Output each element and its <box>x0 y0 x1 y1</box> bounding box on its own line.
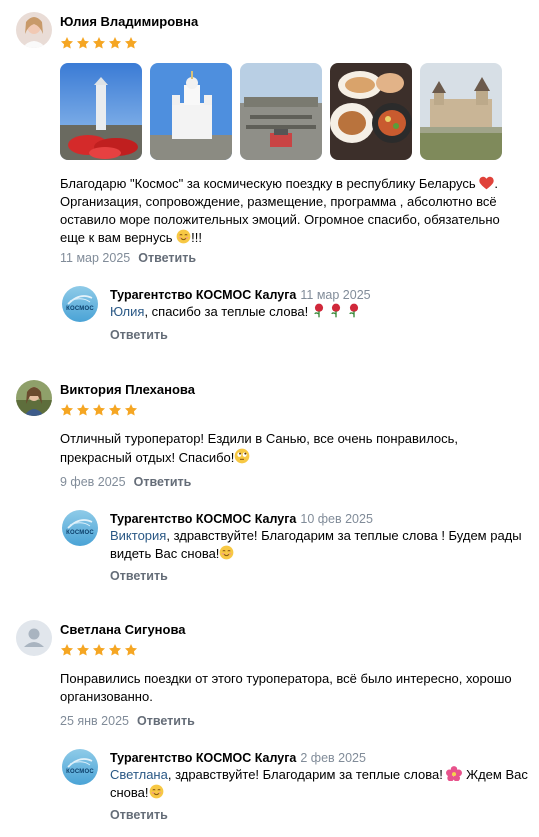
agency-avatar[interactable]: КОСМОС <box>62 749 98 785</box>
reply-button[interactable]: Ответить <box>134 475 192 489</box>
reply-button[interactable]: Ответить <box>110 808 168 822</box>
star-icon <box>92 37 106 49</box>
heart-icon <box>479 176 494 190</box>
star-icon <box>76 404 90 416</box>
photo-church[interactable] <box>150 63 232 160</box>
photo-food[interactable] <box>330 63 412 160</box>
answer-text: Светлана, здравствуйте! Благодарим за те… <box>110 766 528 800</box>
review-text: Понравились поездки от этого туроператор… <box>60 671 512 704</box>
review-date: 9 фев 2025 <box>60 475 126 489</box>
hibiscus-icon <box>446 766 463 781</box>
star-icon <box>92 404 106 416</box>
mention-link[interactable]: Юлия <box>110 304 144 319</box>
photo-memorial[interactable] <box>60 63 142 160</box>
mention-link[interactable]: Светлана <box>110 767 168 782</box>
photo-cemetery[interactable] <box>240 63 322 160</box>
star-icon <box>124 644 138 656</box>
answer-author: Турагентство КОСМОС Калуга 2 фев 2025 <box>110 751 366 765</box>
smiling-face-icon <box>149 784 163 799</box>
review-meta: 11 мар 2025 Ответить <box>60 251 196 265</box>
review-text: Благодарю "Космос" за космическую поездк… <box>60 176 500 245</box>
rose-icon <box>349 303 359 318</box>
reply-button[interactable]: Ответить <box>138 251 196 265</box>
star-icon <box>60 404 74 416</box>
star-icon <box>76 644 90 656</box>
reply-button[interactable]: Ответить <box>110 328 168 342</box>
avatar[interactable] <box>16 12 52 48</box>
star-rating <box>60 643 138 657</box>
star-icon <box>124 404 138 416</box>
agency-logo-text: КОСМОС <box>66 306 94 312</box>
review-date: 11 мар 2025 <box>60 251 131 265</box>
review-meta: 9 фев 2025 Ответить <box>60 475 191 489</box>
photo-castle[interactable] <box>420 63 502 160</box>
answer-date: 10 фев 2025 <box>300 512 373 526</box>
answer-author-name[interactable]: Турагентство КОСМОС Калуга <box>110 751 296 765</box>
rose-icon <box>331 303 341 318</box>
answer-text: Юлия, спасибо за теплые слова! <box>110 303 530 321</box>
avatar[interactable] <box>16 620 52 656</box>
smiling-face-icon <box>220 545 234 560</box>
reply-button[interactable]: Ответить <box>137 714 195 728</box>
review-text: Отличный туроператор! Ездили в Санью, вс… <box>60 431 459 465</box>
answer-date: 11 мар 2025 <box>300 288 371 302</box>
answer-date: 2 фев 2025 <box>300 751 366 765</box>
answer-author-name[interactable]: Турагентство КОСМОС Калуга <box>110 288 296 302</box>
star-icon <box>60 644 74 656</box>
star-icon <box>124 37 138 49</box>
answer-author-name[interactable]: Турагентство КОСМОС Калуга <box>110 512 296 526</box>
star-rating <box>60 36 138 50</box>
review-date: 25 янв 2025 <box>60 714 129 728</box>
star-icon <box>60 37 74 49</box>
review-author[interactable]: Светлана Сигунова <box>60 622 186 637</box>
avatar[interactable] <box>16 380 52 416</box>
answer-text: Виктория, здравствуйте! Благодарим за те… <box>110 528 522 561</box>
agency-logo-text: КОСМОС <box>66 769 94 775</box>
answer-author: Турагентство КОСМОС Калуга 11 мар 2025 <box>110 288 371 302</box>
star-icon <box>108 37 122 49</box>
agency-logo-text: КОСМОС <box>66 530 94 536</box>
star-icon <box>108 644 122 656</box>
review-photos <box>60 63 502 160</box>
star-icon <box>92 644 106 656</box>
star-rating <box>60 403 138 417</box>
agency-avatar[interactable]: КОСМОС <box>62 286 98 322</box>
review-meta: 25 янв 2025 Ответить <box>60 714 195 728</box>
review-author[interactable]: Юлия Владимировна <box>60 14 198 29</box>
mention-link[interactable]: Виктория <box>110 528 166 543</box>
smiling-face-icon <box>176 229 191 244</box>
rose-icon <box>314 303 323 318</box>
agency-avatar[interactable]: КОСМОС <box>62 510 98 546</box>
star-icon <box>108 404 122 416</box>
review-author[interactable]: Виктория Плеханова <box>60 382 195 397</box>
rolling-eyes-icon <box>235 448 250 464</box>
default-user-icon <box>16 620 52 656</box>
reply-button[interactable]: Ответить <box>110 569 168 583</box>
star-icon <box>76 37 90 49</box>
answer-author: Турагентство КОСМОС Калуга 10 фев 2025 <box>110 512 373 526</box>
